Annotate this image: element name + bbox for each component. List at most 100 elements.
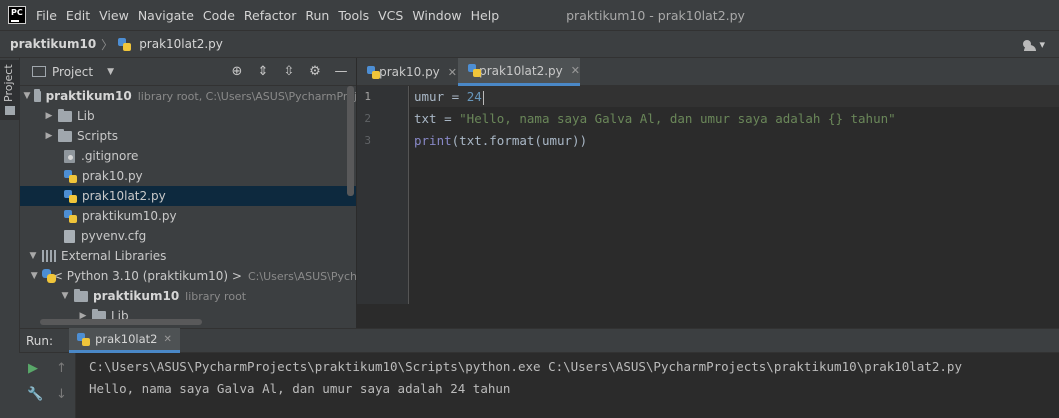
run-label: Run: bbox=[26, 333, 54, 348]
menu-file[interactable]: File bbox=[36, 8, 57, 23]
line-number: 3 bbox=[364, 134, 371, 147]
menu-window[interactable]: Window bbox=[412, 8, 461, 23]
python-file-icon bbox=[468, 64, 481, 77]
chevron-right-icon: 〉 bbox=[101, 37, 114, 52]
console-line: C:\Users\ASUS\PycharmProjects\praktikum1… bbox=[89, 359, 962, 374]
breadcrumb-project[interactable]: praktikum10 bbox=[10, 37, 96, 51]
close-icon[interactable]: ✕ bbox=[164, 334, 172, 345]
gear-icon[interactable]: ⚙ bbox=[307, 64, 323, 79]
chevron-down-icon[interactable]: ▼ bbox=[24, 91, 31, 101]
menu-refactor[interactable]: Refactor bbox=[244, 8, 296, 23]
folder-icon bbox=[34, 88, 41, 102]
menu-bar: PC File Edit View Navigate Code Refactor… bbox=[0, 0, 1059, 30]
menu-code[interactable]: Code bbox=[203, 8, 235, 23]
python-file-icon bbox=[118, 37, 132, 51]
code-line-2[interactable]: txt = "Hello, nama saya Galva Al, dan um… bbox=[414, 111, 896, 126]
menu-tools[interactable]: Tools bbox=[338, 8, 369, 23]
gitignore-file-icon bbox=[64, 149, 75, 163]
tree-item-prak10lat2[interactable]: prak10lat2.py bbox=[20, 186, 357, 206]
run-panel-header: Run: prak10lat2 ✕ bbox=[20, 328, 1059, 353]
pycharm-logo-icon: PC bbox=[8, 6, 26, 24]
tree-item-label: Scripts bbox=[77, 129, 119, 143]
chevron-down-icon[interactable]: ▼ bbox=[107, 67, 114, 77]
minimize-icon[interactable]: — bbox=[333, 64, 349, 79]
tree-item-label: prak10.py bbox=[82, 169, 143, 183]
tree-item-python-sdk[interactable]: ▼ < Python 3.10 (praktikum10) > C:\Users… bbox=[20, 266, 357, 286]
tree-item-scripts[interactable]: ▶ Scripts bbox=[20, 126, 357, 146]
run-console-output[interactable]: C:\Users\ASUS\PycharmProjects\praktikum1… bbox=[76, 353, 1059, 418]
tree-item-sdk-praktikum10[interactable]: ▼ praktikum10 library root bbox=[20, 286, 357, 306]
tree-item-pyvenv[interactable]: pyvenv.cfg bbox=[20, 226, 357, 246]
current-line-highlight bbox=[410, 86, 1059, 107]
menu-navigate[interactable]: Navigate bbox=[138, 8, 194, 23]
line-number: 1 bbox=[364, 90, 371, 103]
folder-icon bbox=[74, 288, 88, 302]
wrench-icon[interactable]: 🔧 bbox=[27, 387, 43, 402]
python-file-icon bbox=[367, 65, 380, 79]
tree-item-prak10[interactable]: prak10.py bbox=[20, 166, 357, 186]
python-file-icon bbox=[64, 169, 77, 183]
breadcrumb-file[interactable]: prak10lat2.py bbox=[118, 37, 223, 51]
rerun-icon[interactable]: ▶ bbox=[28, 361, 38, 376]
chevron-right-icon[interactable]: ▶ bbox=[44, 131, 54, 141]
breadcrumb-file-label: prak10lat2.py bbox=[139, 37, 223, 51]
chevron-right-icon[interactable]: ▶ bbox=[44, 111, 54, 121]
chevron-down-icon[interactable]: ▼ bbox=[28, 251, 38, 261]
tree-item-label: Lib bbox=[77, 109, 95, 123]
project-tool-tab[interactable]: Project bbox=[0, 60, 20, 120]
folder-icon bbox=[5, 106, 15, 115]
arrow-down-icon[interactable]: ↓ bbox=[56, 387, 67, 402]
window-title: praktikum10 - prak10lat2.py bbox=[566, 7, 745, 23]
arrow-up-icon[interactable]: ↑ bbox=[56, 361, 67, 376]
locate-icon[interactable]: ⊕ bbox=[229, 64, 245, 79]
user-account-button[interactable]: ▾ bbox=[1023, 37, 1045, 51]
run-tab[interactable]: prak10lat2 ✕ bbox=[69, 328, 180, 353]
collapse-all-icon[interactable]: ⇳ bbox=[281, 64, 297, 79]
python-file-icon bbox=[77, 332, 91, 346]
tree-item-detail: library root, C:\Users\ASUS\PycharmProj bbox=[137, 89, 357, 103]
run-tab-label: prak10lat2 bbox=[95, 332, 158, 346]
code-line-3[interactable]: print(txt.format(umur)) bbox=[414, 133, 587, 148]
config-file-icon bbox=[64, 229, 75, 243]
expand-all-icon[interactable]: ⇕ bbox=[255, 64, 271, 79]
line-number-gutter: 1 2 3 bbox=[357, 86, 409, 304]
tree-horizontal-scrollbar[interactable] bbox=[40, 319, 202, 325]
python-file-icon bbox=[64, 209, 77, 223]
project-view-icon bbox=[32, 66, 46, 77]
project-tool-tab-label: Project bbox=[2, 64, 15, 102]
menu-run[interactable]: Run bbox=[305, 8, 329, 23]
code-editor[interactable]: 1 2 3 umur = 24 txt = "Hello, nama saya … bbox=[357, 86, 1059, 328]
menu-edit[interactable]: Edit bbox=[66, 8, 90, 23]
project-panel-header: Project ▼ ⊕ ⇕ ⇳ ⚙ — bbox=[20, 58, 357, 86]
tree-item-label: External Libraries bbox=[61, 249, 167, 263]
tab-prak10[interactable]: prak10.py ✕ bbox=[357, 58, 457, 86]
tab-prak10lat2[interactable]: prak10lat2.py ✕ bbox=[458, 58, 580, 86]
tree-item-external-libraries[interactable]: ▼ External Libraries bbox=[20, 246, 357, 266]
python-file-icon bbox=[64, 189, 77, 203]
tree-item-label: prak10lat2.py bbox=[82, 189, 166, 203]
menu-help[interactable]: Help bbox=[471, 8, 500, 23]
tree-item-project-root[interactable]: ▼ praktikum10 library root, C:\Users\ASU… bbox=[20, 86, 357, 106]
breadcrumb: praktikum10 〉 prak10lat2.py ▾ bbox=[0, 30, 1059, 58]
menu-view[interactable]: View bbox=[99, 8, 129, 23]
tree-item-lib[interactable]: ▶ Lib bbox=[20, 106, 357, 126]
tree-vertical-scrollbar[interactable] bbox=[347, 86, 354, 196]
run-toolbar: ▶ ↑ 🔧 ↓ bbox=[20, 353, 76, 418]
close-icon[interactable]: ✕ bbox=[448, 66, 457, 79]
tree-item-label: praktikum10 bbox=[45, 89, 132, 103]
console-line: Hello, nama saya Galva Al, dan umur saya… bbox=[89, 381, 511, 396]
tree-item-gitignore[interactable]: .gitignore bbox=[20, 146, 357, 166]
libraries-icon bbox=[42, 250, 56, 262]
close-icon[interactable]: ✕ bbox=[571, 64, 580, 77]
project-panel-title[interactable]: Project bbox=[52, 65, 93, 79]
tree-item-detail: library root bbox=[185, 289, 247, 303]
code-line-1[interactable]: umur = 24 bbox=[414, 89, 485, 105]
tree-item-detail: C:\Users\ASUS\Pych bbox=[247, 269, 357, 283]
tab-label: prak10.py bbox=[379, 65, 440, 79]
menu-vcs[interactable]: VCS bbox=[378, 8, 403, 23]
chevron-down-icon[interactable]: ▼ bbox=[60, 291, 70, 301]
tree-item-label: pyvenv.cfg bbox=[81, 229, 147, 243]
left-tool-strip-bottom bbox=[0, 353, 20, 418]
tree-item-praktikum10-py[interactable]: praktikum10.py bbox=[20, 206, 357, 226]
chevron-down-icon[interactable]: ▼ bbox=[31, 271, 38, 281]
